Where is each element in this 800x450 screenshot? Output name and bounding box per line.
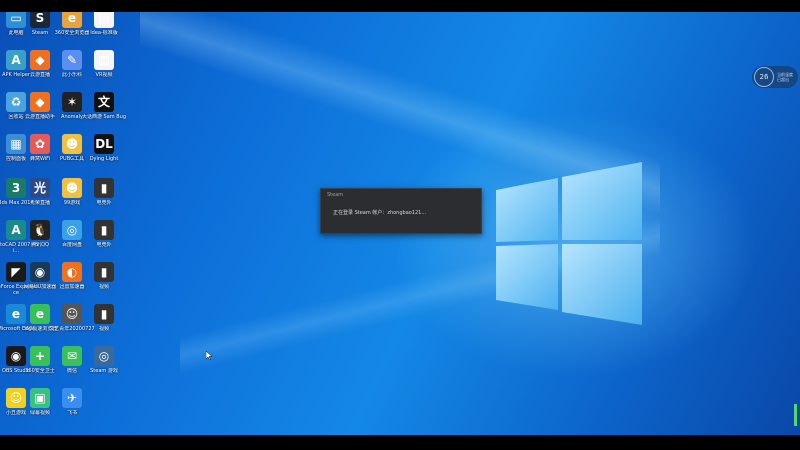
desktop-icon[interactable]: ▥ VR视频: [81, 50, 127, 92]
desktop-icon-label: 电竞外: [96, 242, 112, 248]
desktop[interactable]: ▭ 此电脑 S Steam e 360安全浏览器 ▤ Idea-标准版 A APK Helper ◆…: [0, 12, 800, 435]
windows-logo: [496, 162, 642, 325]
app-icon: ☺: [62, 304, 82, 324]
desktop-icon-label: VR视频: [95, 72, 113, 78]
desktop-icon-label: 大话西游 Sam Bug: [81, 114, 127, 120]
app-icon: ✎: [62, 50, 82, 70]
desktop-icon-label: 飞书: [66, 410, 77, 416]
mouse-cursor-icon: [206, 351, 212, 360]
temperature-widget[interactable]: 26 当前温度 已超出: [752, 66, 798, 88]
app-icon: ▮: [94, 220, 114, 240]
app-icon: ✿: [30, 134, 50, 154]
volume-level-indicator: [794, 404, 797, 426]
desktop-icon-label: 视频: [98, 284, 109, 290]
steam-login-dialog[interactable]: Steam 正在登录 Steam 帐户：zhongbao121...: [320, 188, 482, 234]
app-icon: ▮: [94, 178, 114, 198]
app-icon: ▮: [94, 304, 114, 324]
desktop-icon-label: 电竞外: [96, 200, 112, 206]
app-icon: ✉: [62, 346, 82, 366]
app-icon: ◉: [30, 262, 50, 282]
app-icon: ▤: [94, 12, 114, 28]
app-icon: 文: [94, 92, 114, 112]
app-icon: ◐: [62, 262, 82, 282]
app-icon: DL: [94, 134, 114, 154]
desktop-icon[interactable]: ▮ 电竞外: [81, 178, 127, 220]
desktop-icon[interactable]: ◎ Steam 游戏: [81, 346, 127, 388]
desktop-icon[interactable]: ▮ 视频: [81, 304, 127, 346]
app-icon: ☻: [62, 178, 82, 198]
desktop-icon-label: Idea-标准版: [90, 30, 118, 36]
dialog-message: 正在登录 Steam 帐户：zhongbao121...: [333, 210, 427, 216]
app-icon: ◎: [94, 346, 114, 366]
app-icon: 🐧: [30, 220, 50, 240]
app-icon: +: [30, 346, 50, 366]
desktop-icon[interactable]: ▮ 电竞外: [81, 220, 127, 262]
app-icon: ◆: [30, 50, 50, 70]
temperature-ring: 26: [754, 67, 774, 87]
app-icon: 光: [30, 178, 50, 198]
desktop-icon-label: Dying Light: [89, 156, 119, 162]
app-icon: ◆: [30, 92, 50, 112]
app-icon: e: [30, 304, 50, 324]
app-icon: ◎: [62, 220, 82, 240]
desktop-icon[interactable]: 文大话西游 Sam Bug: [81, 92, 127, 134]
desktop-icon-label: 视频: [98, 326, 109, 332]
app-icon: ▮: [94, 262, 114, 282]
app-icon: S: [30, 12, 50, 28]
desktop-icon[interactable]: ▮ 视频: [81, 262, 127, 304]
desktop-icon[interactable]: DL Dying Light: [81, 134, 127, 176]
dialog-title: Steam: [327, 192, 344, 198]
app-icon: ▣: [30, 388, 50, 408]
app-icon: ✶: [62, 92, 82, 112]
app-icon: ▥: [94, 50, 114, 70]
desktop-icon-label: Steam 游戏: [90, 368, 118, 374]
widget-line2: 已超出: [777, 77, 789, 82]
desktop-icon[interactable]: ✈ 飞书: [49, 388, 95, 430]
app-icon: e: [62, 12, 82, 28]
app-icon: ☻: [62, 134, 82, 154]
app-icon: ✈: [62, 388, 82, 408]
desktop-icon[interactable]: ▤ Idea-标准版: [81, 12, 127, 50]
